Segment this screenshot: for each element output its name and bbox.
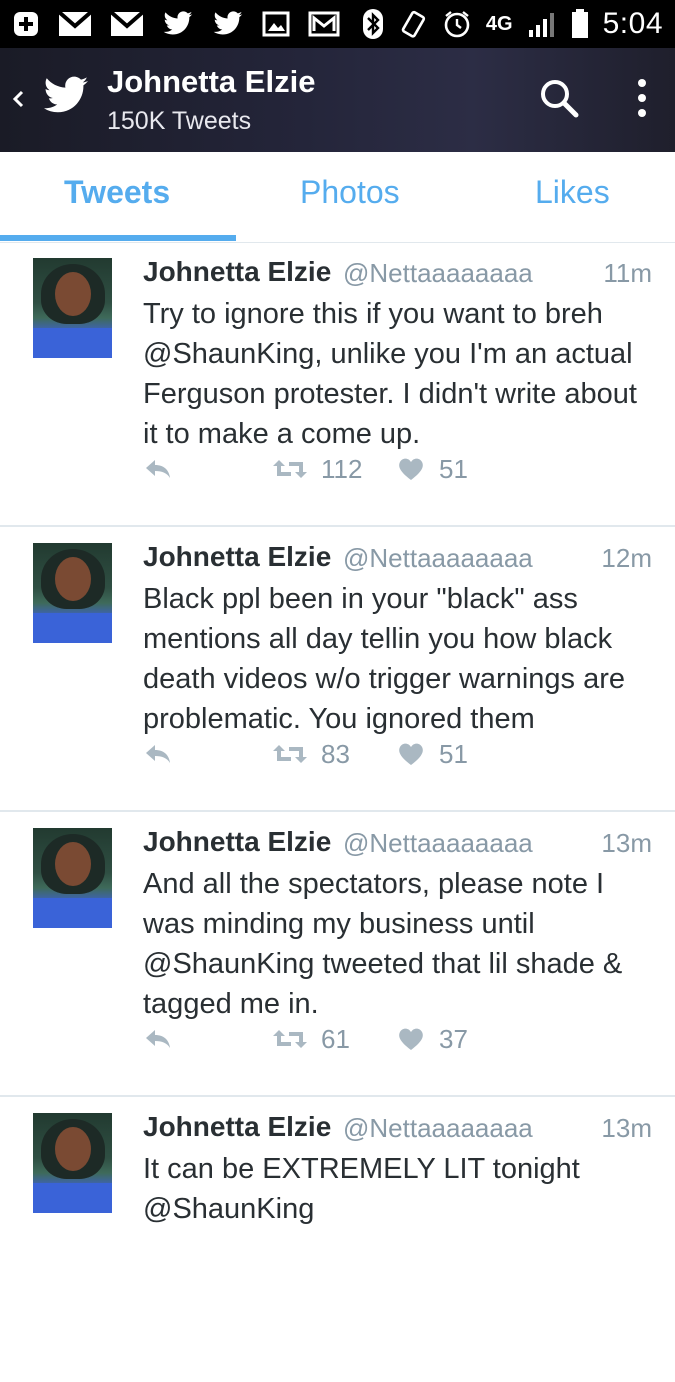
tweet-text: Try to ignore this if you want to breh @… [143,298,637,450]
tweet-author-name[interactable]: Johnetta Elzie [143,826,331,858]
system-icons: 4G 5:04 [362,7,663,41]
tweet-author-handle[interactable]: @Nettaaaaaaaa [343,1113,533,1144]
tweet-timestamp: 11m [603,258,652,288]
tweet-text: Black ppl been in your "black" ass menti… [143,583,625,735]
profile-header: Johnetta Elzie 150K Tweets [0,48,675,152]
twitter-icon [212,11,244,37]
tweet-text: And all the spectators, please note I wa… [143,868,623,1020]
avatar[interactable] [33,543,112,643]
tweet-author-name[interactable]: Johnetta Elzie [143,1111,331,1143]
tab-likes[interactable]: Likes [535,174,610,211]
retweet-count: 83 [321,739,350,769]
vibrate-icon [398,9,428,39]
gmail-icon [308,11,340,37]
heart-icon[interactable] [397,1026,425,1057]
search-icon[interactable] [537,76,581,125]
reply-icon[interactable] [143,741,173,772]
tweet-timestamp: 13m [601,1113,652,1143]
tweet-timestamp: 12m [601,543,652,573]
notification-icons [12,10,340,38]
retweet-count: 61 [321,1024,350,1054]
heart-icon[interactable] [397,456,425,487]
tweet[interactable]: Johnetta Elzie @Nettaaaaaaaa 11m Try to … [0,242,675,527]
battery-icon [571,9,589,39]
reply-icon[interactable] [143,456,173,487]
more-vertical-icon[interactable] [632,76,652,125]
tab-tweets[interactable]: Tweets [64,174,170,211]
retweet-count: 112 [321,454,363,484]
retweet-icon[interactable] [271,1026,309,1057]
gmail-icon [58,11,92,37]
like-count: 37 [439,1024,468,1054]
twitter-bird-icon[interactable] [42,76,90,121]
status-bar: 4G 5:04 [0,0,675,48]
gmail-icon [110,11,144,37]
tweet-author-handle[interactable]: @Nettaaaaaaaa [343,543,533,574]
tweet-actions: 61 37 [143,1024,653,1054]
like-count: 51 [439,454,468,484]
avatar[interactable] [33,258,112,358]
tweet[interactable]: Johnetta Elzie @Nettaaaaaaaa 13m It can … [0,1097,675,1382]
heart-icon[interactable] [397,741,425,772]
profile-tabs: Tweets Photos Likes [0,152,675,243]
like-count: 51 [439,739,468,769]
tweet-author-handle[interactable]: @Nettaaaaaaaa [343,258,533,289]
tweet[interactable]: Johnetta Elzie @Nettaaaaaaaa 13m And all… [0,812,675,1097]
profile-name: Johnetta Elzie [107,64,316,99]
clock: 5:04 [602,7,663,40]
plus-square-icon [12,10,40,38]
network-type-label: 4G [485,13,513,35]
tweet[interactable]: Johnetta Elzie @Nettaaaaaaaa 12m Black p… [0,527,675,812]
chevron-left-icon[interactable] [10,84,26,120]
tweet-count: 150K Tweets [107,107,252,135]
tweet-actions: 112 51 [143,454,653,484]
active-tab-indicator [0,235,236,241]
lte-icon: 4G [486,14,513,34]
twitter-icon [162,11,194,37]
alarm-icon [442,9,472,39]
retweet-icon[interactable] [271,741,309,772]
signal-icon [527,10,557,38]
tweet-actions: 83 51 [143,739,653,769]
avatar[interactable] [33,828,112,928]
tweet-timestamp: 13m [601,828,652,858]
retweet-icon[interactable] [271,456,309,487]
tab-photos[interactable]: Photos [300,174,400,211]
tweet-author-name[interactable]: Johnetta Elzie [143,256,331,288]
reply-icon[interactable] [143,1026,173,1057]
bluetooth-icon [362,8,384,40]
tweet-author-name[interactable]: Johnetta Elzie [143,541,331,573]
avatar[interactable] [33,1113,112,1213]
tweet-text: It can be EXTREMELY LIT tonight @ShaunKi… [143,1153,580,1225]
tweet-author-handle[interactable]: @Nettaaaaaaaa [343,828,533,859]
image-icon [262,11,290,37]
